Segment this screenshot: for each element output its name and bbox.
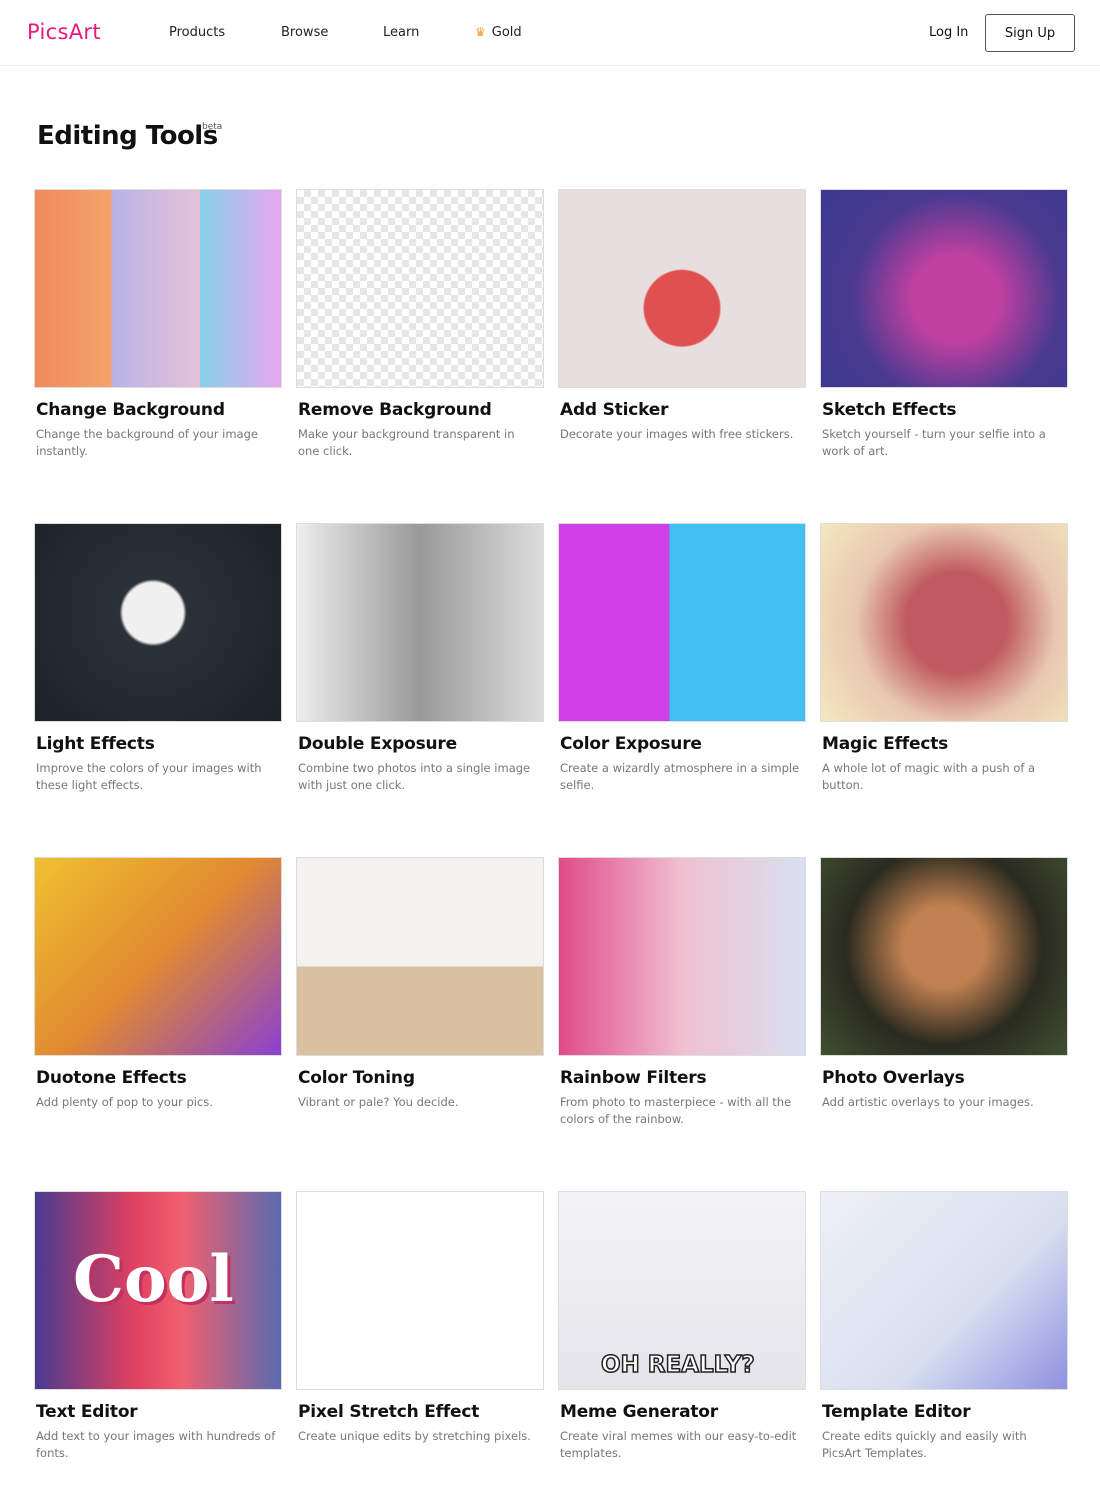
tool-card-double-exposure[interactable]: Double Exposure Combine two photos into … bbox=[296, 523, 544, 794]
tool-card-light-effects[interactable]: Light Effects Improve the colors of your… bbox=[34, 523, 282, 794]
tool-description: Add plenty of pop to your pics. bbox=[36, 1095, 213, 1109]
tool-thumbnail[interactable] bbox=[558, 523, 806, 722]
tool-description: Create viral memes with our easy-to-edit… bbox=[560, 1429, 797, 1460]
tool-card-color-toning[interactable]: Color Toning Vibrant or pale? You decide… bbox=[296, 857, 544, 1111]
tool-title[interactable]: Double Exposure bbox=[298, 734, 544, 754]
tool-description: From photo to masterpiece - with all the… bbox=[560, 1095, 792, 1126]
nav-browse[interactable]: Browse bbox=[281, 25, 328, 40]
tool-card-magic-effects[interactable]: Magic Effects A whole lot of magic with … bbox=[820, 523, 1068, 794]
tool-thumbnail[interactable] bbox=[820, 857, 1068, 1056]
tool-title[interactable]: Add Sticker bbox=[560, 400, 806, 420]
tool-title[interactable]: Magic Effects bbox=[822, 734, 1068, 754]
tool-description: Vibrant or pale? You decide. bbox=[298, 1095, 459, 1109]
nav-products[interactable]: Products bbox=[169, 25, 225, 40]
login-link[interactable]: Log In bbox=[929, 25, 968, 40]
cool-text: Cool bbox=[73, 1242, 234, 1317]
tool-title[interactable]: Remove Background bbox=[298, 400, 544, 420]
page-title: Editing Tools bbox=[37, 121, 218, 151]
tool-thumbnail[interactable]: OH REALLY? bbox=[558, 1191, 806, 1390]
tool-description: Add artistic overlays to your images. bbox=[822, 1095, 1034, 1109]
tool-title[interactable]: Duotone Effects bbox=[36, 1068, 282, 1088]
nav-gold-label: Gold bbox=[491, 25, 522, 40]
tool-thumbnail[interactable] bbox=[296, 523, 544, 722]
tool-thumbnail[interactable] bbox=[820, 523, 1068, 722]
tool-card-text-editor[interactable]: Cool Text Editor Add text to your images… bbox=[34, 1191, 282, 1462]
tool-thumbnail[interactable] bbox=[558, 857, 806, 1056]
tool-card-template-editor[interactable]: Template Editor Create edits quickly and… bbox=[820, 1191, 1068, 1462]
tool-title[interactable]: Light Effects bbox=[36, 734, 282, 754]
tool-title[interactable]: Pixel Stretch Effect bbox=[298, 1402, 544, 1422]
tool-title[interactable]: Template Editor bbox=[822, 1402, 1068, 1422]
tool-title[interactable]: Color Toning bbox=[298, 1068, 544, 1088]
tool-card-duotone-effects[interactable]: Duotone Effects Add plenty of pop to you… bbox=[34, 857, 282, 1111]
tool-thumbnail[interactable] bbox=[34, 857, 282, 1056]
tool-title[interactable]: Meme Generator bbox=[560, 1402, 806, 1422]
tool-title[interactable]: Change Background bbox=[36, 400, 282, 420]
tool-card-meme-generator[interactable]: OH REALLY? Meme Generator Create viral m… bbox=[558, 1191, 806, 1462]
tool-description: Create a wizardly atmosphere in a simple… bbox=[560, 761, 800, 792]
beta-badge: beta bbox=[202, 122, 223, 132]
tool-description: A whole lot of magic with a push of a bu… bbox=[822, 761, 1036, 792]
tool-description: Create edits quickly and easily with Pic… bbox=[822, 1429, 1027, 1460]
tool-title[interactable]: Sketch Effects bbox=[822, 400, 1068, 420]
signup-button[interactable]: Sign Up bbox=[985, 14, 1075, 52]
tool-card-rainbow-filters[interactable]: Rainbow Filters From photo to masterpiec… bbox=[558, 857, 806, 1128]
tool-title[interactable]: Text Editor bbox=[36, 1402, 282, 1422]
tool-title[interactable]: Photo Overlays bbox=[822, 1068, 1068, 1088]
tool-thumbnail[interactable] bbox=[820, 189, 1068, 388]
tool-description: Combine two photos into a single image w… bbox=[298, 761, 531, 792]
tool-card-color-exposure[interactable]: Color Exposure Create a wizardly atmosph… bbox=[558, 523, 806, 794]
tool-description: Sketch yourself - turn your selfie into … bbox=[822, 427, 1046, 458]
meme-text: OH REALLY? bbox=[600, 1351, 755, 1379]
nav-learn[interactable]: Learn bbox=[383, 25, 419, 40]
tool-description: Improve the colors of your images with t… bbox=[36, 761, 262, 792]
tool-description: Change the background of your image inst… bbox=[36, 427, 258, 458]
tool-thumbnail[interactable]: Cool bbox=[34, 1191, 282, 1390]
tool-description: Create unique edits by stretching pixels… bbox=[298, 1429, 531, 1443]
tool-thumbnail[interactable] bbox=[558, 189, 806, 388]
tool-title[interactable]: Rainbow Filters bbox=[560, 1068, 806, 1088]
tool-description: Make your background transparent in one … bbox=[298, 427, 515, 458]
tool-card-change-background[interactable]: Change Background Change the background … bbox=[34, 189, 282, 460]
tool-card-photo-overlays[interactable]: Photo Overlays Add artistic overlays to … bbox=[820, 857, 1068, 1111]
tool-card-remove-background[interactable]: Remove Background Make your background t… bbox=[296, 189, 544, 460]
crown-icon: ♛ bbox=[475, 25, 486, 39]
tool-description: Decorate your images with free stickers. bbox=[560, 427, 794, 441]
tool-description: Add text to your images with hundreds of… bbox=[36, 1429, 276, 1460]
header: PicsArt Products Browse Learn ♛ Gold Log … bbox=[0, 0, 1100, 66]
tool-thumbnail[interactable] bbox=[34, 189, 282, 388]
tool-title[interactable]: Color Exposure bbox=[560, 734, 806, 754]
tool-card-pixel-stretch-effect[interactable]: Pixel Stretch Effect Create unique edits… bbox=[296, 1191, 544, 1445]
tool-card-add-sticker[interactable]: Add Sticker Decorate your images with fr… bbox=[558, 189, 806, 443]
tool-thumbnail[interactable] bbox=[296, 1191, 544, 1390]
logo[interactable]: PicsArt bbox=[27, 20, 101, 44]
tool-card-sketch-effects[interactable]: Sketch Effects Sketch yourself - turn yo… bbox=[820, 189, 1068, 460]
tool-thumbnail[interactable] bbox=[34, 523, 282, 722]
tool-thumbnail[interactable] bbox=[296, 189, 544, 388]
nav-gold[interactable]: ♛ Gold bbox=[475, 25, 522, 40]
tool-thumbnail[interactable] bbox=[296, 857, 544, 1056]
tool-thumbnail[interactable] bbox=[820, 1191, 1068, 1390]
